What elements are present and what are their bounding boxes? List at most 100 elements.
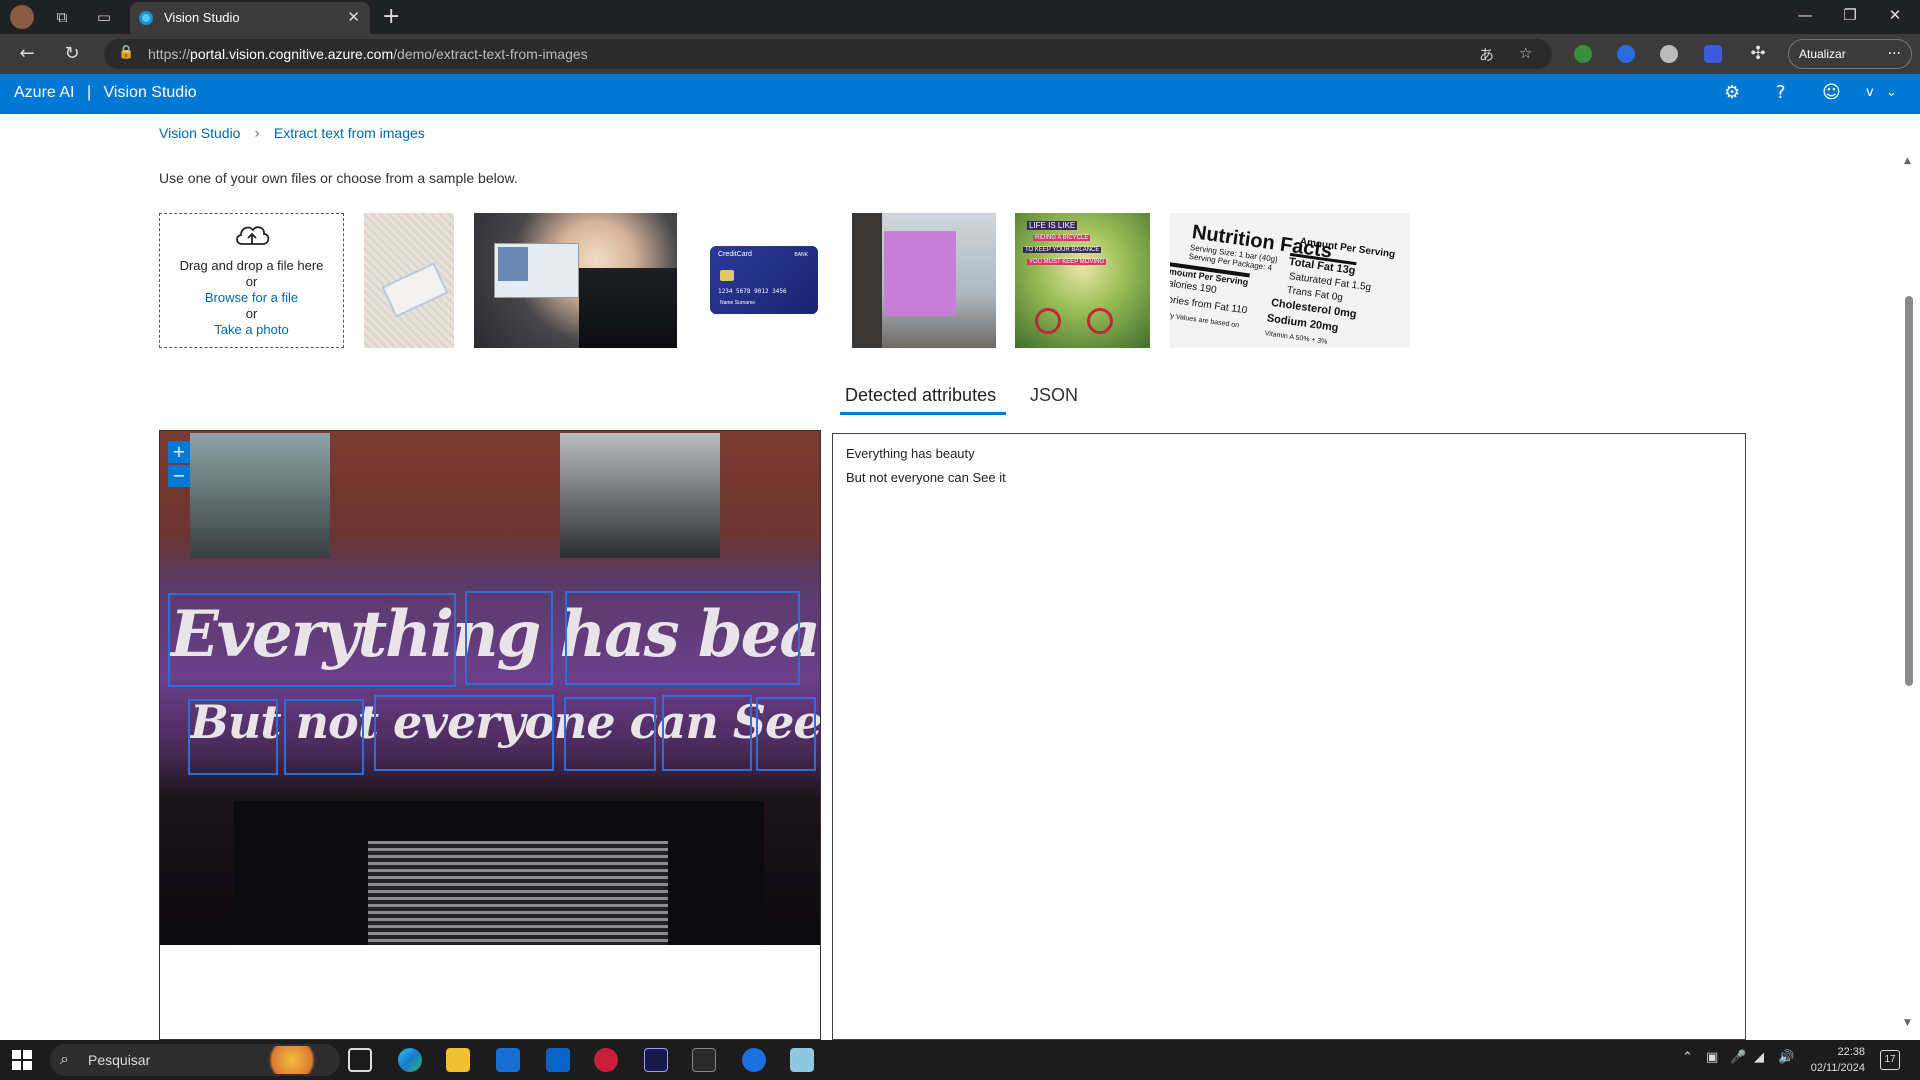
url-text[interactable]: https://portal.vision.cognitive.azure.co… (148, 46, 588, 62)
sample-sticky-note[interactable] (852, 213, 996, 348)
sample-social-security-card[interactable] (364, 213, 454, 348)
notes-app-icon[interactable] (790, 1048, 814, 1072)
tab-detected-attributes[interactable]: Detected attributes (845, 385, 996, 406)
edge-browser-icon[interactable] (398, 1048, 422, 1072)
terminal-icon[interactable] (692, 1048, 716, 1072)
after-effects-icon[interactable] (644, 1048, 668, 1072)
poster-line-4: YOU MUST KEEP MOVING (1027, 259, 1107, 265)
reload-icon[interactable]: ↻ (60, 42, 84, 66)
app-brand[interactable]: Azure AI | Vision Studio (14, 84, 197, 102)
extension-1-icon[interactable] (1574, 45, 1592, 63)
tray-network-icon[interactable]: ◢ (1754, 1050, 1764, 1065)
scrollbar-thumb[interactable] (1905, 296, 1913, 686)
restore-icon[interactable]: ❐ (1835, 6, 1865, 24)
help-icon[interactable]: ? (1776, 82, 1786, 103)
settings-gear-icon[interactable]: ⚙ (1724, 82, 1740, 103)
taskbar-search[interactable]: ⌕ Pesquisar (50, 1044, 340, 1076)
notification-badge[interactable]: 17 (1880, 1050, 1900, 1070)
zoom-out-icon[interactable]: − (168, 465, 190, 487)
address-bar-row: ← ↻ 🔒 https://portal.vision.cognitive.az… (0, 34, 1920, 74)
chevron-down-icon[interactable]: ⌄ (1886, 85, 1897, 100)
page-scrollbar[interactable]: ▲ ▼ (1902, 156, 1916, 1036)
tray-volume-icon[interactable]: 🔊 (1778, 1050, 1794, 1065)
browser-tab-bar: ⧉ ▭ Vision Studio ✕ + — ❐ ✕ (0, 0, 1920, 34)
intro-text: Use one of your own files or choose from… (159, 170, 518, 186)
microsoft-store-icon[interactable] (496, 1048, 520, 1072)
close-window-icon[interactable]: ✕ (1880, 6, 1910, 24)
extensions-puzzle-icon[interactable]: ✣ (1746, 42, 1770, 66)
extension-2-icon[interactable] (1617, 45, 1635, 63)
drag-drop-text: Drag and drop a file here (179, 258, 324, 273)
more-options-icon[interactable]: ··· (1888, 40, 1901, 68)
ocr-box-beauty[interactable] (565, 591, 800, 685)
ocr-box-has[interactable] (465, 591, 553, 685)
ocr-box-can[interactable] (564, 697, 656, 771)
poster-line-1: LIFE IS LIKE (1027, 221, 1078, 230)
outlook-icon[interactable] (546, 1048, 570, 1072)
tray-camera-icon[interactable]: ▣ (1706, 1050, 1718, 1065)
zoom-in-icon[interactable]: + (168, 441, 190, 463)
upload-cloud-icon (160, 220, 343, 251)
back-icon[interactable]: ← (15, 42, 39, 66)
copilot-app-icon[interactable] (742, 1048, 766, 1072)
card-chip (720, 270, 734, 281)
sample-id-card-person[interactable] (474, 213, 677, 348)
analyzed-image-panel[interactable]: Everything has beauty But not everyone c… (159, 430, 821, 1040)
user-account-button[interactable]: v (1866, 85, 1874, 100)
tray-microphone-icon[interactable]: 🎤 (1730, 1050, 1746, 1065)
or-text: or (245, 274, 258, 289)
lock-icon[interactable]: 🔒 (118, 45, 134, 60)
ocr-box-but[interactable] (188, 699, 278, 775)
sample-credit-card[interactable]: CreditCard BANK 1234 5678 9012 3456 Name… (710, 246, 818, 314)
ocr-box-it[interactable] (756, 697, 816, 771)
ocr-box-not[interactable] (284, 699, 364, 775)
sample-nutrition-facts[interactable]: Nutrition Facts Serving Size: 1 bar (40g… (1170, 213, 1410, 348)
workspaces-icon[interactable]: ⧉ (52, 7, 72, 27)
tab-actions-icon[interactable]: ▭ (94, 7, 114, 27)
ocr-box-everyone[interactable] (374, 695, 554, 771)
scroll-up-icon[interactable]: ▲ (1904, 156, 1911, 166)
ocr-box-everything[interactable] (168, 593, 456, 687)
read-aloud-icon[interactable]: あ (1479, 44, 1494, 65)
graffiti-image: Everything has beauty But not everyone c… (160, 431, 820, 945)
address-bar[interactable]: 🔒 https://portal.vision.cognitive.azure.… (104, 39, 1552, 69)
breadcrumb-vision-studio[interactable]: Vision Studio (159, 125, 240, 141)
new-tab-icon[interactable]: + (382, 4, 400, 29)
nutrition-fat-cal: Calories from Fat 110 (1170, 292, 1248, 317)
browse-file-link[interactable]: Browse for a file (160, 290, 343, 305)
clock-date: 02/11/2024 (1810, 1062, 1865, 1074)
vision-studio-favicon-icon (139, 11, 153, 25)
clock-time: 22:38 (1837, 1046, 1865, 1058)
browser-tab-vision-studio[interactable]: Vision Studio ✕ (130, 2, 370, 34)
task-view-icon[interactable] (348, 1048, 372, 1072)
davinci-app-icon[interactable] (594, 1048, 618, 1072)
result-line-1: Everything has beauty (846, 446, 975, 461)
tab-json[interactable]: JSON (1030, 385, 1078, 406)
credit-card-label: CreditCard (718, 251, 752, 258)
tab-title: Vision Studio (164, 10, 240, 25)
file-explorer-icon[interactable] (446, 1048, 470, 1072)
poster-line-2: RIDING A BICYCLE (1033, 235, 1091, 241)
close-tab-icon[interactable]: ✕ (347, 8, 360, 26)
feedback-smiley-icon[interactable]: ☺ (1822, 82, 1841, 103)
breadcrumb: Vision Studio › Extract text from images (159, 125, 425, 142)
extension-4-icon[interactable] (1704, 45, 1722, 63)
tray-chevron-up-icon[interactable]: ⌃ (1682, 1050, 1693, 1065)
breadcrumb-chevron-icon: › (254, 126, 260, 142)
scroll-down-icon[interactable]: ▼ (1904, 1018, 1911, 1028)
windows-taskbar: ⌕ Pesquisar ⌃ ▣ 🎤 ◢ 🔊 22:38 02/11/2024 1… (0, 1040, 1920, 1080)
sample-bicycle-poster[interactable]: LIFE IS LIKE RIDING A BICYCLE TO KEEP YO… (1015, 213, 1150, 348)
taskbar-clock[interactable]: 22:38 02/11/2024 (1795, 1044, 1865, 1076)
extension-3-icon[interactable] (1660, 45, 1678, 63)
file-dropzone[interactable]: Drag and drop a file here or Browse for … (159, 213, 344, 348)
credit-card-bank: BANK (794, 252, 808, 258)
favorite-star-icon[interactable]: ☆ (1519, 44, 1532, 62)
update-browser-button[interactable]: Atualizar ··· (1788, 39, 1912, 69)
windows-start-icon[interactable] (12, 1050, 32, 1075)
ocr-box-see[interactable] (662, 695, 752, 771)
profile-avatar[interactable] (10, 5, 34, 29)
result-line-2: But not everyone can See it (846, 470, 1006, 485)
take-photo-link[interactable]: Take a photo (160, 322, 343, 337)
minimize-icon[interactable]: — (1790, 6, 1820, 24)
breadcrumb-extract-text[interactable]: Extract text from images (274, 125, 425, 141)
